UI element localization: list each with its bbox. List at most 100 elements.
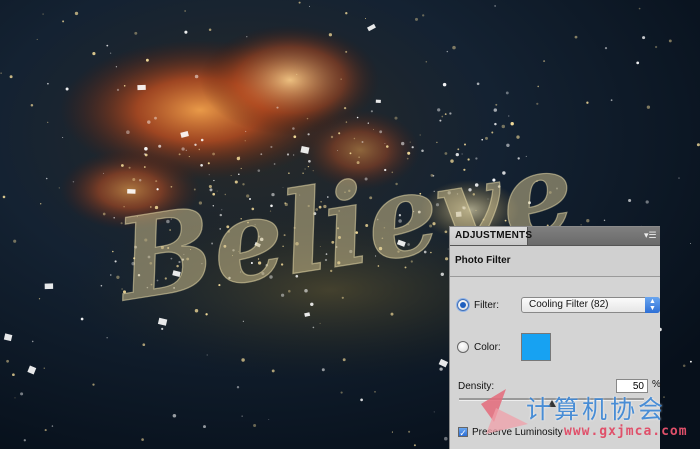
sparkle [408, 430, 411, 433]
sparkle [155, 180, 158, 183]
sparkle [74, 11, 79, 16]
sparkle [44, 429, 47, 432]
sparkle [141, 438, 144, 441]
sparkle [495, 103, 498, 106]
sparkle [574, 35, 578, 39]
sparkle [307, 133, 310, 136]
sparkle [654, 45, 658, 49]
sparkle [422, 14, 425, 17]
sparkle [62, 20, 65, 23]
sparkle [444, 113, 447, 116]
sparkle [116, 88, 120, 92]
color-label: Color: [474, 341, 501, 353]
sparkle [203, 425, 206, 429]
sparkle [449, 112, 452, 115]
sparkle [340, 391, 343, 394]
sparkle [409, 141, 411, 143]
sparkle [103, 172, 104, 174]
sparkle [636, 61, 640, 65]
sparkle [184, 10, 186, 12]
sparkle [349, 152, 352, 155]
sparkle [142, 343, 146, 347]
sparkle [30, 104, 34, 107]
sparkle [419, 134, 421, 136]
sparkle [586, 101, 589, 104]
sparkle [12, 373, 15, 377]
sparkle [379, 130, 383, 134]
sparkle [270, 145, 273, 149]
sparkle [106, 337, 108, 339]
sparkle [245, 130, 247, 133]
sparkle [123, 85, 126, 87]
sparkle [20, 392, 24, 396]
tab-adjustments[interactable]: ADJUSTMENTS [450, 227, 532, 245]
panel-menu-icon[interactable]: ▾☰ [644, 230, 657, 241]
sparkle [185, 149, 187, 151]
debris-fleck [137, 84, 146, 91]
sparkle [442, 82, 447, 87]
sparkle [238, 173, 240, 176]
sparkle [242, 320, 244, 322]
sparkle [328, 33, 333, 37]
sparkle [92, 52, 96, 56]
updown-arrows-icon: ▲ ▼ [645, 297, 660, 313]
sparkle [293, 154, 295, 156]
sparkle [494, 5, 496, 7]
sparkle [51, 425, 54, 427]
sparkle [367, 122, 369, 124]
sparkle [40, 203, 42, 205]
sparkle [384, 143, 386, 144]
color-radio[interactable] [457, 341, 469, 353]
sparkle [286, 153, 290, 156]
sparkle [689, 360, 692, 363]
sparkle [36, 38, 38, 40]
filter-label: Filter: [474, 299, 499, 311]
sparkle [144, 147, 148, 151]
sparkle [271, 369, 275, 373]
sparkle [14, 397, 16, 399]
sparkle [309, 5, 311, 7]
sparkle [308, 159, 311, 163]
sparkle [268, 419, 270, 420]
sparkle [172, 413, 177, 418]
filter-row: Filter: Cooling Filter (82) ▲ ▼ [457, 297, 660, 313]
sparkle [312, 326, 315, 329]
filter-radio[interactable] [457, 299, 469, 311]
sparkle [9, 75, 13, 79]
color-swatch[interactable] [521, 333, 551, 361]
sparkle [134, 31, 138, 35]
sparkle [603, 219, 606, 222]
sparkle [45, 177, 48, 180]
sparkle [178, 153, 181, 156]
sparkle [678, 177, 680, 179]
sparkle [413, 444, 416, 447]
color-row: Color: [457, 333, 657, 361]
sparkle [340, 78, 342, 80]
sparkle [206, 354, 208, 356]
sparkle [100, 284, 103, 287]
sparkle [586, 219, 590, 223]
sparkle [112, 250, 114, 253]
sparkle [444, 436, 448, 441]
sparkle [257, 169, 261, 172]
preserve-luminosity-checkbox[interactable]: ✓ [458, 427, 468, 438]
sparkle [425, 60, 428, 63]
sparkle [260, 153, 263, 156]
sparkle [253, 423, 257, 428]
sparkle [628, 198, 632, 203]
sparkle [310, 302, 314, 307]
sparkle [604, 47, 608, 50]
sparkle [92, 383, 95, 386]
sparkle [446, 50, 449, 53]
sparkle [610, 99, 613, 102]
filter-dropdown-value: Cooling Filter (82) [529, 299, 609, 310]
sparkle [353, 137, 356, 140]
sparkle [345, 121, 348, 123]
sparkle [241, 415, 243, 417]
sparkle [23, 439, 26, 442]
filter-dropdown[interactable]: Cooling Filter (82) ▲ ▼ [521, 297, 660, 313]
sparkle [181, 147, 185, 151]
sparkle [126, 130, 130, 134]
sparkle [0, 72, 2, 74]
sparkle [273, 163, 276, 165]
